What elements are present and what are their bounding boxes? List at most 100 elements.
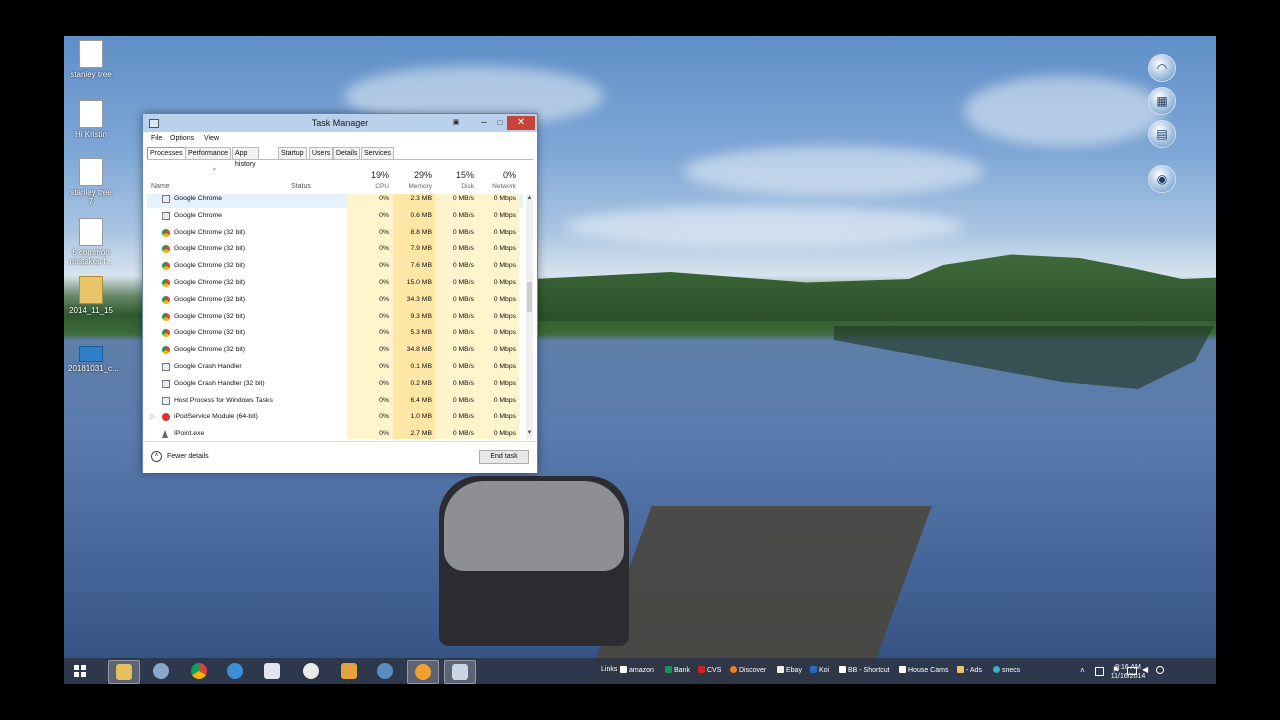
tab-performance[interactable]: Performance <box>185 147 232 159</box>
sync-icon[interactable] <box>1156 666 1164 674</box>
process-disk: 0 MB/s <box>452 329 474 337</box>
menu-options[interactable]: Options <box>170 135 194 142</box>
col-memory[interactable]: Memory <box>393 183 432 190</box>
menu-file[interactable]: File <box>151 135 162 142</box>
taskbar-app[interactable] <box>370 660 400 682</box>
expand-chevron-icon[interactable]: ▷ <box>150 413 155 420</box>
process-row[interactable]: ▷ iPodService Module (64-bit) 0% 1.0 MB 0 MB… <box>147 409 523 427</box>
process-name: Google Chrome (32 bit) <box>174 279 246 286</box>
sort-chevron-icon[interactable]: ^ <box>213 168 216 174</box>
process-row[interactable]: Google Chrome (32 bit) 0% 8.8 MB 0 MB/s 0 Mb… <box>147 224 523 242</box>
scroll-up-icon[interactable]: ▲ <box>526 195 533 201</box>
start-button[interactable] <box>66 660 96 682</box>
link-discover[interactable]: Discover <box>730 666 766 674</box>
process-row[interactable]: Google Chrome (32 bit) 0% 5.3 MB 0 MB/s 0 Mb… <box>147 325 523 343</box>
link-cvs[interactable]: CVS <box>698 666 721 674</box>
maximize-button[interactable]: □ <box>493 116 507 130</box>
process-row[interactable]: Google Chrome 0% 2.3 MB 0 MB/s 0 Mbps <box>147 194 523 208</box>
menu-bar: File Options View <box>143 133 537 145</box>
col-name[interactable]: Name <box>151 183 170 190</box>
vertical-scrollbar[interactable]: ▲ ▼ <box>526 194 533 439</box>
col-disk-percent[interactable]: 15% <box>435 170 474 180</box>
process-cpu: 0% <box>379 379 389 387</box>
minimize-button[interactable]: – <box>477 116 491 130</box>
process-row[interactable]: Google Chrome (32 bit) 0% 34.3 MB 0 MB/s 0 M… <box>147 291 523 309</box>
tab-users[interactable]: Users <box>309 147 334 159</box>
menu-view[interactable]: View <box>204 135 219 142</box>
process-row[interactable]: Google Crash Handler 0% 0.1 MB 0 MB/s 0 Mbps <box>147 359 523 376</box>
desktop-icon[interactable]: 20181031_c... <box>68 346 119 373</box>
process-row[interactable]: Google Crash Handler (32 bit) 0% 0.2 MB 0 M… <box>147 375 523 393</box>
desktop-icon[interactable]: stanley tree <box>68 40 114 79</box>
scrollbar-thumb[interactable] <box>527 282 532 312</box>
process-row[interactable]: Host Process for Windows Tasks 0% 6.4 MB 0 … <box>147 392 523 410</box>
restore-icon[interactable]: ▣ <box>449 116 463 130</box>
close-button[interactable]: ✕ <box>507 116 535 130</box>
process-list: Google Chrome 0% 2.3 MB 0 MB/s 0 Mbps Google … <box>147 194 523 439</box>
link-snecs[interactable]: snecs <box>993 666 1020 674</box>
process-network: 0 Mbps <box>493 228 516 236</box>
process-memory: 0.1 MB <box>410 363 432 370</box>
process-row[interactable]: Google Chrome (32 bit) 0% 9.3 MB 0 MB/s 0 Mb… <box>147 308 523 326</box>
desktop-icon[interactable]: 6 common mistakes f... <box>68 218 114 266</box>
taskbar-app[interactable] <box>334 660 364 682</box>
process-name: Google Chrome (32 bit) <box>174 312 246 320</box>
link-bank[interactable]: Bank <box>665 666 690 674</box>
link-bb-shortcut[interactable]: BB - Shortcut <box>839 666 890 674</box>
clock[interactable]: 9:16 AM 11/16/2014 <box>1108 663 1148 681</box>
taskbar-app[interactable] <box>257 660 287 682</box>
taskbar-task-manager[interactable] <box>444 660 476 684</box>
show-hidden-icons-icon[interactable]: ˄ <box>1080 666 1085 675</box>
desktop-icon[interactable]: stanley tree 7 <box>68 158 114 206</box>
process-name: IPoint.exe <box>174 430 205 438</box>
taskbar-app[interactable] <box>146 660 176 682</box>
col-cpu[interactable]: CPU <box>347 183 389 190</box>
link-koi[interactable]: Koi <box>810 666 829 674</box>
tab-details[interactable]: Details <box>333 147 361 159</box>
taskbar-app[interactable] <box>220 660 250 682</box>
link-ebay[interactable]: Ebay <box>777 666 802 674</box>
fewer-details-button[interactable]: ˄ Fewer details <box>151 451 209 462</box>
process-disk: 0 MB/s <box>452 396 474 404</box>
tab-startup[interactable]: Startup <box>278 147 307 159</box>
col-disk[interactable]: Disk <box>435 183 474 190</box>
network-gadget-icon[interactable]: ▦ <box>1148 87 1176 115</box>
col-cpu-percent[interactable]: 19% <box>347 170 389 180</box>
taskbar-chrome[interactable] <box>184 660 214 682</box>
link-house-cams[interactable]: House Cams <box>899 666 948 674</box>
process-row[interactable]: Google Chrome (32 bit) 0% 7.9 MB 0 MB/s 0 Mb… <box>147 241 523 259</box>
process-row[interactable]: Google Chrome (32 bit) 0% 7.6 MB 0 MB/s 0 Mb… <box>147 258 523 276</box>
process-memory: 2.3 MB <box>410 195 432 202</box>
scroll-down-icon[interactable]: ▼ <box>526 430 533 436</box>
process-memory: 8.8 MB <box>410 228 432 236</box>
col-network-percent[interactable]: 0% <box>477 170 516 180</box>
taskbar-app[interactable] <box>296 660 326 682</box>
end-task-button[interactable]: End task <box>479 450 529 464</box>
wifi-gadget-icon[interactable]: ◠ <box>1148 54 1176 82</box>
disc-gadget-icon[interactable]: ◉ <box>1148 165 1176 193</box>
process-row[interactable]: Google Chrome (32 bit) 0% 15.0 MB 0 MB/s 0 M… <box>147 275 523 292</box>
process-row[interactable]: Google Chrome 0% 0.6 MB 0 MB/s 0 Mbps <box>147 207 523 225</box>
chrome-icon <box>162 228 170 237</box>
process-network: 0 Mbps <box>493 379 516 387</box>
calendar-gadget-icon[interactable]: ▤ <box>1148 120 1176 148</box>
tab-services[interactable]: Services <box>361 147 394 159</box>
tab-app-history[interactable]: App history <box>232 147 259 168</box>
process-name: Google Chrome (32 bit) <box>174 346 246 354</box>
desktop-icon[interactable]: 2014_11_15 <box>68 276 114 315</box>
col-network[interactable]: Network <box>477 183 516 190</box>
col-memory-percent[interactable]: 29% <box>393 170 432 180</box>
taskbar-file-explorer[interactable] <box>108 660 140 684</box>
tab-processes[interactable]: Processes <box>147 147 186 159</box>
process-network: 0 Mbps <box>493 396 516 404</box>
process-cpu: 0% <box>379 295 389 303</box>
col-status[interactable]: Status <box>291 183 311 190</box>
process-row[interactable]: Google Chrome (32 bit) 0% 34.8 MB 0 MB/s 0 M… <box>147 342 523 360</box>
process-row[interactable]: IPoint.exe 0% 2.7 MB 0 MB/s 0 Mbps <box>147 426 523 439</box>
link-amazon[interactable]: amazon <box>620 666 654 674</box>
taskbar-app[interactable] <box>407 660 439 684</box>
action-center-icon[interactable] <box>1095 667 1104 676</box>
desktop-icon[interactable]: Hi Kristin <box>68 100 114 139</box>
link-ads[interactable]: - Ads <box>957 666 982 674</box>
title-bar[interactable]: Task Manager ▣ – □ ✕ <box>143 114 537 132</box>
